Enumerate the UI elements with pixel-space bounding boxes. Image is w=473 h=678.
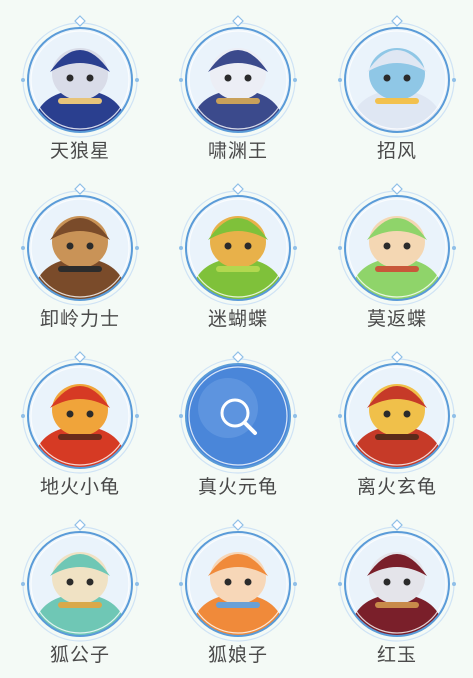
character-name: 真火元龟 xyxy=(197,476,278,498)
portrait-frame xyxy=(21,15,139,138)
character-grid: 天狼星 啸渊王 招风卸岭力士 迷蝴蝶 莫返蝶地火小龟 真火元龟 离火玄龟狐公子 狐娘子 红玉 xyxy=(0,0,473,677)
portrait-frame xyxy=(21,351,139,474)
portrait-frame xyxy=(179,519,297,642)
character-name: 天狼星 xyxy=(49,140,110,162)
character-card[interactable]: 天狼星 xyxy=(10,14,150,174)
character-card[interactable]: 真火元龟 xyxy=(168,350,308,510)
character-name: 啸渊王 xyxy=(207,140,268,162)
portrait-frame xyxy=(338,519,456,642)
character-name: 招风 xyxy=(376,140,417,162)
character-card[interactable]: 迷蝴蝶 xyxy=(168,182,308,342)
portrait-frame xyxy=(21,183,139,306)
character-name: 迷蝴蝶 xyxy=(207,308,268,330)
character-card[interactable]: 离火玄龟 xyxy=(327,350,467,510)
armored-fire-turtle-portrait xyxy=(345,364,449,468)
character-card[interactable]: 卸岭力士 xyxy=(10,182,150,342)
orange-fox-girl-portrait xyxy=(186,532,290,636)
portrait-frame xyxy=(179,15,297,138)
teal-fox-portrait xyxy=(28,532,132,636)
portrait-frame xyxy=(338,351,456,474)
character-name: 狐娘子 xyxy=(207,644,268,666)
white-hair-archer-portrait xyxy=(345,532,449,636)
character-name: 狐公子 xyxy=(49,644,110,666)
red-fire-turtle-portrait xyxy=(28,364,132,468)
character-name: 离火玄龟 xyxy=(356,476,437,498)
character-card[interactable]: 招风 xyxy=(327,14,467,174)
character-card[interactable]: 地火小龟 xyxy=(10,350,150,510)
green-hair-girl-portrait xyxy=(345,196,449,300)
character-name: 地火小龟 xyxy=(39,476,120,498)
armored-wolf-king-portrait xyxy=(186,28,290,132)
portrait-frame xyxy=(338,15,456,138)
portrait-frame xyxy=(338,183,456,306)
character-card[interactable]: 莫返蝶 xyxy=(327,182,467,342)
character-name: 卸岭力士 xyxy=(39,308,120,330)
character-card[interactable]: 啸渊王 xyxy=(168,14,308,174)
eagle-warrior-portrait xyxy=(28,196,132,300)
portrait-frame xyxy=(21,519,139,642)
character-name: 莫返蝶 xyxy=(366,308,427,330)
portrait-frame xyxy=(179,351,297,474)
character-card[interactable]: 狐公子 xyxy=(10,518,150,678)
character-card[interactable]: 红玉 xyxy=(327,518,467,678)
character-name: 红玉 xyxy=(376,644,417,666)
green-bug-portrait xyxy=(186,196,290,300)
character-card[interactable]: 狐娘子 xyxy=(168,518,308,678)
white-wolf-warrior-portrait xyxy=(28,28,132,132)
white-bird-portrait xyxy=(345,28,449,132)
portrait-frame xyxy=(179,183,297,306)
